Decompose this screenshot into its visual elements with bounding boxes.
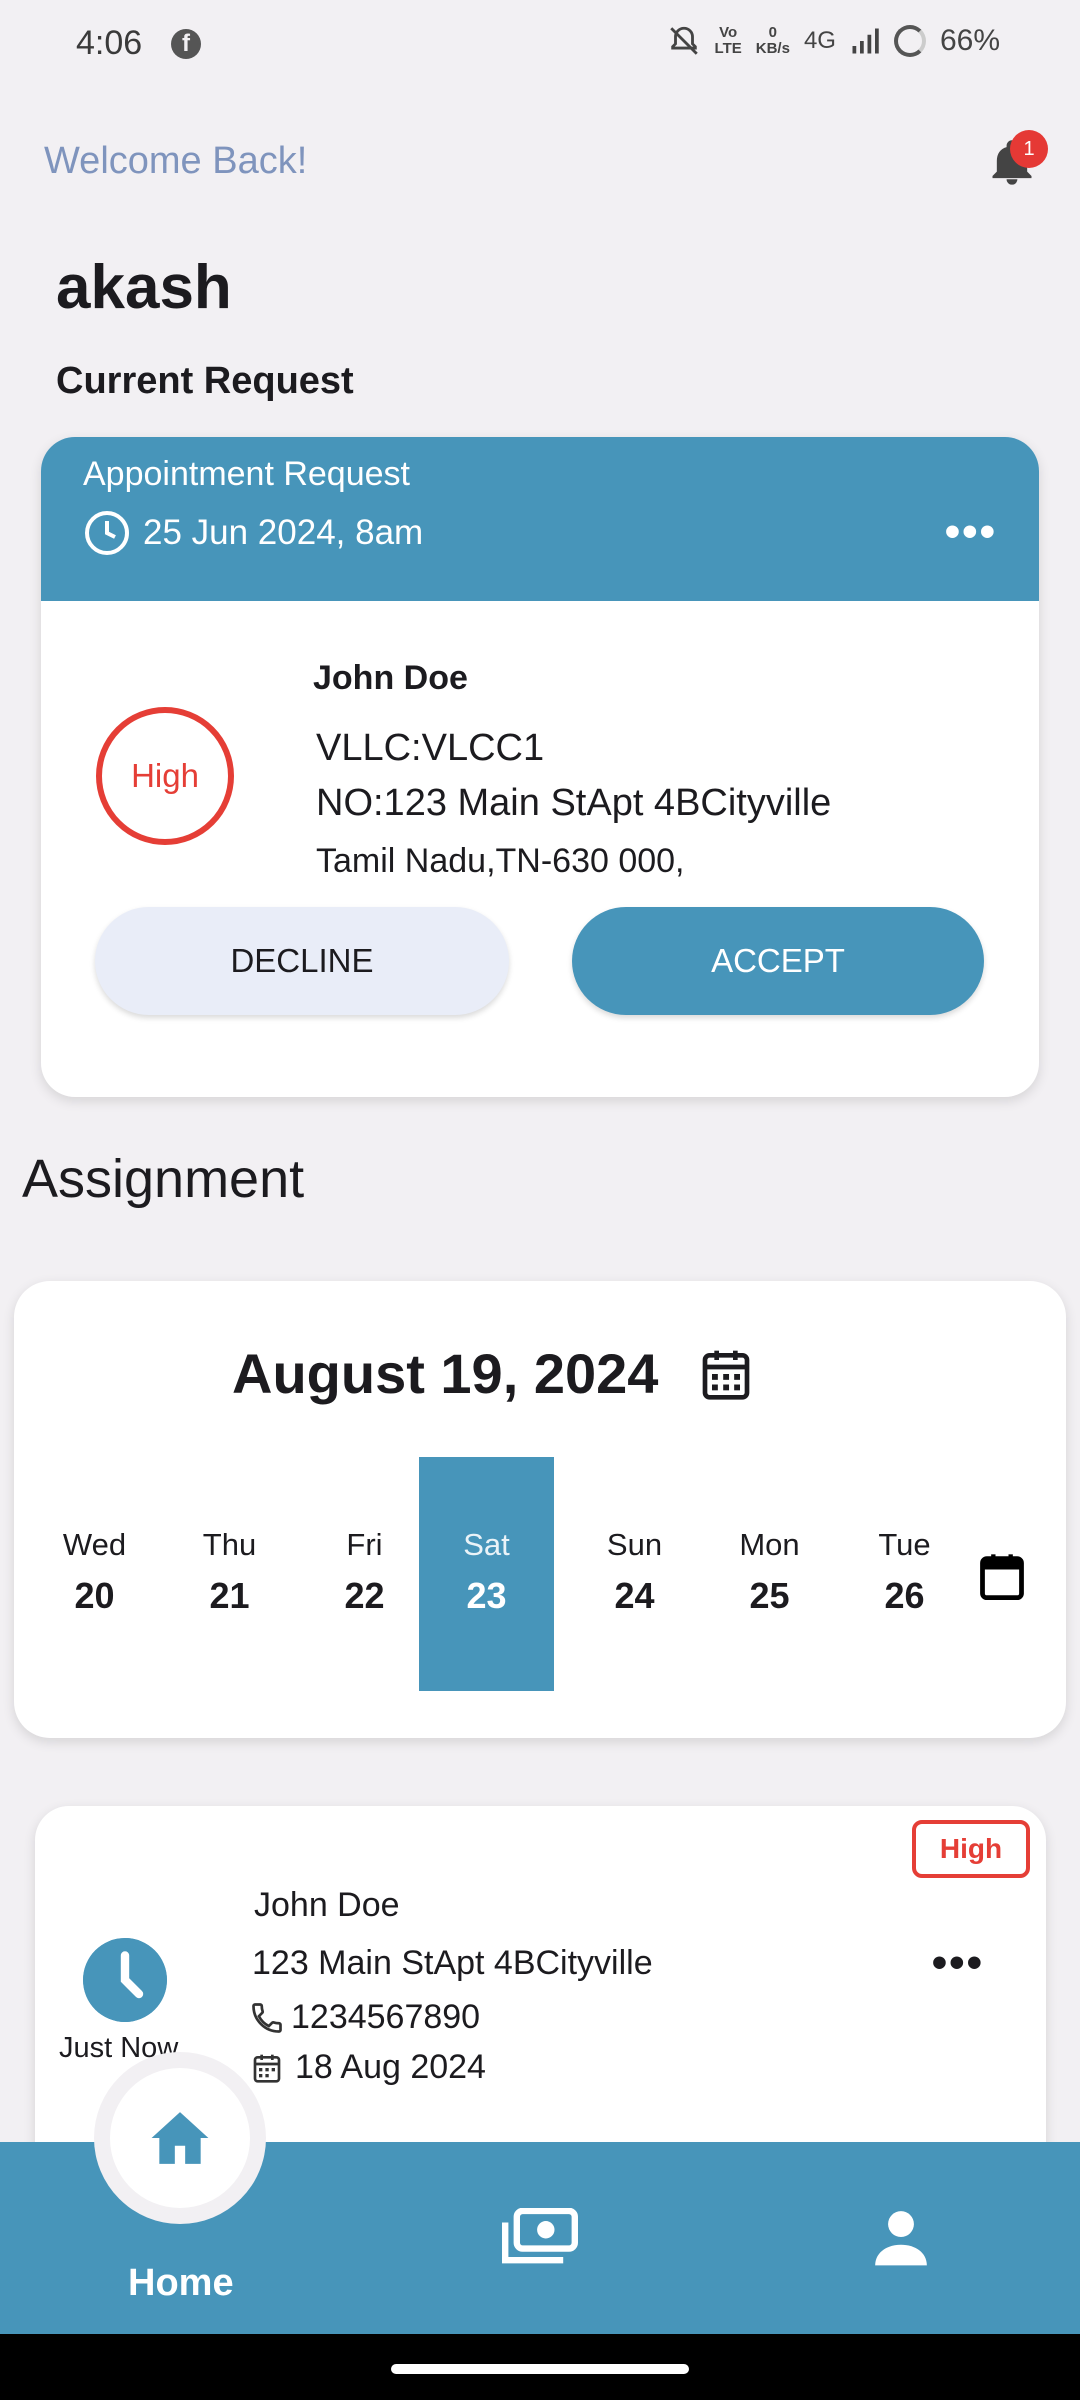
day-date: 21 (209, 1575, 250, 1616)
status-time: 4:06 (76, 24, 143, 62)
day-name: Wed (62, 1527, 127, 1562)
day-name: Tue (878, 1527, 931, 1562)
decline-button[interactable]: DECLINE (95, 907, 509, 1015)
day-name: Mon (739, 1527, 800, 1562)
assignment-heading: Assignment (22, 1149, 305, 1209)
nav-home-label[interactable]: Home (128, 2262, 234, 2305)
assignment-phone: 1234567890 (291, 1998, 481, 2036)
accept-button[interactable]: ACCEPT (572, 907, 984, 1015)
request-title: Appointment Request (83, 455, 410, 493)
day-item-fri[interactable]: Fri 22 (297, 1457, 432, 1691)
request-state-pin: Tamil Nadu,TN-630 000, (316, 842, 685, 880)
day-item-mon[interactable]: Mon 25 (702, 1457, 837, 1691)
priority-tag: High (912, 1820, 1030, 1878)
day-name: Thu (202, 1527, 257, 1562)
request-vllc: VLLC:VLCC1 (316, 727, 545, 769)
day-date: 22 (344, 1575, 385, 1616)
network-speed: 0 KB/s (755, 24, 790, 57)
battery-percent: 66% (939, 24, 1000, 57)
volte-indicator: Vo LTE (714, 24, 742, 57)
day-item-thu[interactable]: Thu 21 (162, 1457, 297, 1691)
priority-badge: High (96, 707, 234, 845)
assignment-more-icon[interactable]: ••• (932, 1938, 984, 1988)
assignment-customer-name: John Doe (254, 1886, 400, 1924)
day-date: 23 (466, 1575, 507, 1616)
day-item-wed[interactable]: Wed 20 (27, 1457, 162, 1691)
status-icons: Vo LTE 0 KB/s 4G 66% (667, 24, 1000, 58)
profile-icon[interactable] (870, 2206, 932, 2268)
request-more-icon[interactable]: ••• (945, 507, 997, 557)
network-type: 4G (803, 27, 836, 54)
request-customer-name: John Doe (313, 659, 468, 697)
phone-row: 1234567890 (249, 1998, 480, 2037)
calendar-icon (253, 2054, 281, 2083)
clock-icon (85, 511, 129, 555)
phone-icon (252, 2002, 282, 2033)
calendar-small-icon[interactable] (976, 1549, 1028, 1603)
day-item-sun[interactable]: Sun 24 (567, 1457, 702, 1691)
request-card-header: Appointment Request 25 Jun 2024, 8am ••• (41, 437, 1039, 601)
day-item-tue[interactable]: Tue 26 (837, 1457, 972, 1691)
day-item-sat-selected[interactable]: Sat 23 (419, 1457, 554, 1691)
selected-date-label: August 19, 2024 (232, 1342, 659, 1405)
day-date: 24 (614, 1575, 655, 1616)
welcome-text: Welcome Back! (44, 140, 308, 182)
current-request-heading: Current Request (56, 360, 354, 402)
day-strip: Wed 20 Thu 21 Fri 22 Sat 23 Sun 24 Mon 25 Tue 2… (14, 1457, 1066, 1691)
date-row: 18 Aug 2024 (251, 2048, 486, 2087)
facebook-icon: f (171, 29, 201, 59)
home-icon (151, 2112, 209, 2164)
username: akash (56, 253, 232, 322)
nav-home-button[interactable] (110, 2068, 250, 2208)
assignment-address: 123 Main StApt 4BCityville (252, 1944, 653, 1982)
request-datetime-row: 25 Jun 2024, 8am (83, 509, 423, 557)
day-date: 20 (74, 1575, 115, 1616)
assignment-date: 18 Aug 2024 (295, 2048, 486, 2086)
request-datetime: 25 Jun 2024, 8am (143, 513, 424, 552)
gesture-handle[interactable] (391, 2364, 689, 2374)
day-date: 26 (884, 1575, 925, 1616)
payments-icon[interactable] (502, 2208, 578, 2266)
day-date: 25 (749, 1575, 790, 1616)
appointment-request-card: Appointment Request 25 Jun 2024, 8am •••… (41, 437, 1039, 1097)
mute-bell-icon (669, 26, 698, 55)
day-name: Fri (346, 1527, 383, 1562)
clock-icon (83, 1938, 167, 2022)
date-picker-card: August 19, 2024 Wed 20 Thu 21 Fri 22 Sat 23 … (14, 1281, 1066, 1738)
calendar-icon[interactable] (698, 1345, 754, 1403)
battery-icon (893, 25, 926, 57)
day-name: Sat (463, 1527, 510, 1562)
notification-badge: 1 (1010, 130, 1048, 168)
day-name: Sun (606, 1527, 663, 1562)
signal-icon (852, 28, 879, 54)
request-address: NO:123 Main StApt 4BCityville (316, 782, 832, 824)
